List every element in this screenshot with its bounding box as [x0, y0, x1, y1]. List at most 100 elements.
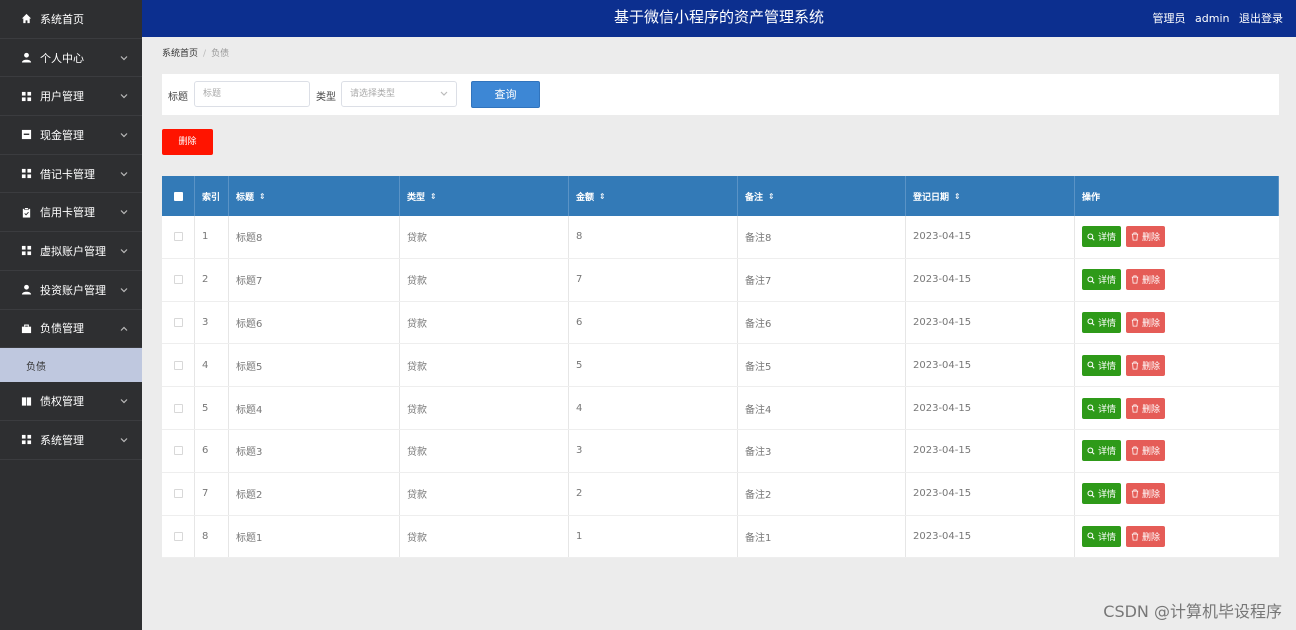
- delete-button[interactable]: 删除: [1126, 440, 1166, 462]
- cell-date: 2023-04-15: [906, 387, 1075, 429]
- row-checkbox[interactable]: [173, 232, 183, 242]
- detail-button[interactable]: 详情: [1082, 525, 1122, 547]
- search-icon: [1087, 233, 1095, 241]
- logout-link[interactable]: 退出登录: [1239, 12, 1283, 25]
- header-date-label: 登记日期: [913, 192, 950, 203]
- row-checkbox[interactable]: [173, 360, 183, 370]
- search-icon: [1087, 318, 1095, 327]
- delete-button[interactable]: 删除: [1126, 354, 1166, 376]
- sidebar-item-6[interactable]: 虚拟账户管理: [0, 232, 142, 271]
- search-button[interactable]: 查询: [471, 81, 540, 108]
- sidebar-item-label: 系统首页: [40, 12, 84, 26]
- sidebar-item-8[interactable]: 负债管理: [0, 310, 142, 349]
- detail-button[interactable]: 详情: [1082, 269, 1122, 291]
- chevron-down-icon: [120, 433, 128, 446]
- square-icon: [20, 129, 32, 141]
- sidebar-subitem-active[interactable]: 负债: [0, 348, 142, 383]
- sidebar-item-0[interactable]: 系统首页: [0, 0, 142, 39]
- header-title[interactable]: 标题 ⇕: [229, 176, 400, 216]
- delete-button-label: 删除: [1142, 233, 1161, 244]
- table-row: 2 标题7 贷款 7 备注7 2023-04-15 详情 删除: [162, 258, 1279, 302]
- cell-date: 2023-04-15: [906, 258, 1075, 301]
- detail-button[interactable]: 详情: [1082, 483, 1122, 505]
- cell-actions: 详情 删除: [1075, 516, 1279, 558]
- search-icon: [1087, 276, 1095, 284]
- row-select-cell: [162, 472, 195, 515]
- cell-title: 标题2: [229, 472, 400, 515]
- row-checkbox[interactable]: [173, 403, 183, 413]
- cell-note: 备注5: [738, 344, 906, 387]
- grid-icon: [20, 245, 32, 257]
- cell-note: 备注6: [738, 301, 906, 344]
- sidebar-item-3[interactable]: 现金管理: [0, 116, 142, 155]
- trash-icon: [1131, 361, 1139, 370]
- delete-button[interactable]: 删除: [1126, 226, 1166, 248]
- sidebar-item-9[interactable]: 债权管理: [0, 382, 142, 421]
- briefcase-icon: [20, 322, 32, 334]
- title-search-input[interactable]: 标题: [194, 81, 310, 107]
- detail-button[interactable]: 详情: [1082, 311, 1122, 333]
- sidebar-item-label: 信用卡管理: [40, 206, 95, 220]
- cell-note: 备注2: [738, 472, 906, 515]
- cell-type: 贷款: [400, 429, 569, 472]
- app-title: 基于微信小程序的资产管理系统: [613, 8, 824, 26]
- cell-title: 标题1: [229, 515, 400, 558]
- row-select-cell: [162, 515, 195, 558]
- cell-type: 贷款: [400, 515, 569, 558]
- clipboard-icon: [20, 206, 32, 218]
- sidebar-item-4[interactable]: 借记卡管理: [0, 155, 142, 194]
- row-select-cell: [162, 258, 195, 301]
- search-icon: [1087, 490, 1095, 498]
- sidebar-item-2[interactable]: 用户管理: [0, 77, 142, 117]
- delete-button[interactable]: 删除: [1126, 397, 1166, 419]
- header-amount[interactable]: 金额 ⇕: [569, 176, 738, 216]
- delete-button-label: 删除: [1142, 404, 1161, 415]
- chevron-down-icon: [120, 395, 128, 408]
- row-checkbox[interactable]: [173, 275, 183, 285]
- cell-date: 2023-04-15: [906, 515, 1075, 558]
- sidebar-item-1[interactable]: 个人中心: [0, 39, 142, 78]
- header-date[interactable]: 登记日期 ⇕: [906, 176, 1075, 216]
- cell-type: 贷款: [400, 387, 569, 429]
- detail-button[interactable]: 详情: [1082, 397, 1122, 419]
- delete-button[interactable]: 删除: [1126, 483, 1166, 505]
- header-type[interactable]: 类型 ⇕: [400, 176, 569, 216]
- header-note[interactable]: 备注 ⇕: [738, 176, 906, 216]
- delete-button[interactable]: 删除: [1126, 311, 1166, 333]
- cell-actions: 详情 删除: [1075, 302, 1279, 344]
- detail-button-label: 详情: [1098, 490, 1117, 501]
- sidebar-item-5[interactable]: 信用卡管理: [0, 193, 142, 233]
- trash-icon: [1131, 404, 1139, 413]
- watermark: CSDN @计算机毕设程序: [1103, 602, 1282, 621]
- row-checkbox[interactable]: [173, 446, 183, 456]
- select-all-checkbox[interactable]: [173, 191, 183, 201]
- bulk-delete-button[interactable]: 删除: [162, 129, 213, 155]
- row-checkbox[interactable]: [173, 531, 183, 541]
- breadcrumb-home[interactable]: 系统首页: [162, 49, 198, 59]
- grid-icon: [20, 90, 32, 102]
- sidebar-item-10[interactable]: 系统管理: [0, 421, 142, 460]
- type-select[interactable]: 请选择类型: [341, 81, 457, 107]
- sidebar-item-label: 用户管理: [40, 90, 84, 104]
- detail-button[interactable]: 详情: [1082, 440, 1122, 462]
- table-body: 1 标题8 贷款 8 备注8 2023-04-15 详情 删除 2 标题7 贷款 7 备注7 2023-0…: [162, 216, 1279, 559]
- chevron-down-icon: [120, 283, 128, 296]
- detail-button-label: 详情: [1098, 318, 1117, 329]
- delete-button[interactable]: 删除: [1126, 269, 1166, 291]
- detail-button[interactable]: 详情: [1082, 226, 1122, 248]
- cell-title: 标题7: [229, 258, 400, 301]
- row-checkbox[interactable]: [173, 317, 183, 327]
- detail-button[interactable]: 详情: [1082, 354, 1122, 376]
- user-role: 管理员: [1152, 12, 1186, 25]
- type-filter-label: 类型: [316, 92, 336, 103]
- header-type-label: 类型: [407, 192, 426, 203]
- sort-icon: ⇕: [259, 191, 266, 201]
- delete-button[interactable]: 删除: [1126, 525, 1166, 547]
- row-checkbox[interactable]: [173, 489, 183, 499]
- sidebar-item-7[interactable]: 投资账户管理: [0, 271, 142, 310]
- user-area: 管理员 admin 退出登录: [1147, 10, 1283, 26]
- cell-type: 贷款: [400, 344, 569, 387]
- table-row: 6 标题3 贷款 3 备注3 2023-04-15 详情 删除: [162, 429, 1279, 473]
- chevron-down-icon: [120, 167, 128, 180]
- sort-icon: ⇕: [954, 191, 961, 201]
